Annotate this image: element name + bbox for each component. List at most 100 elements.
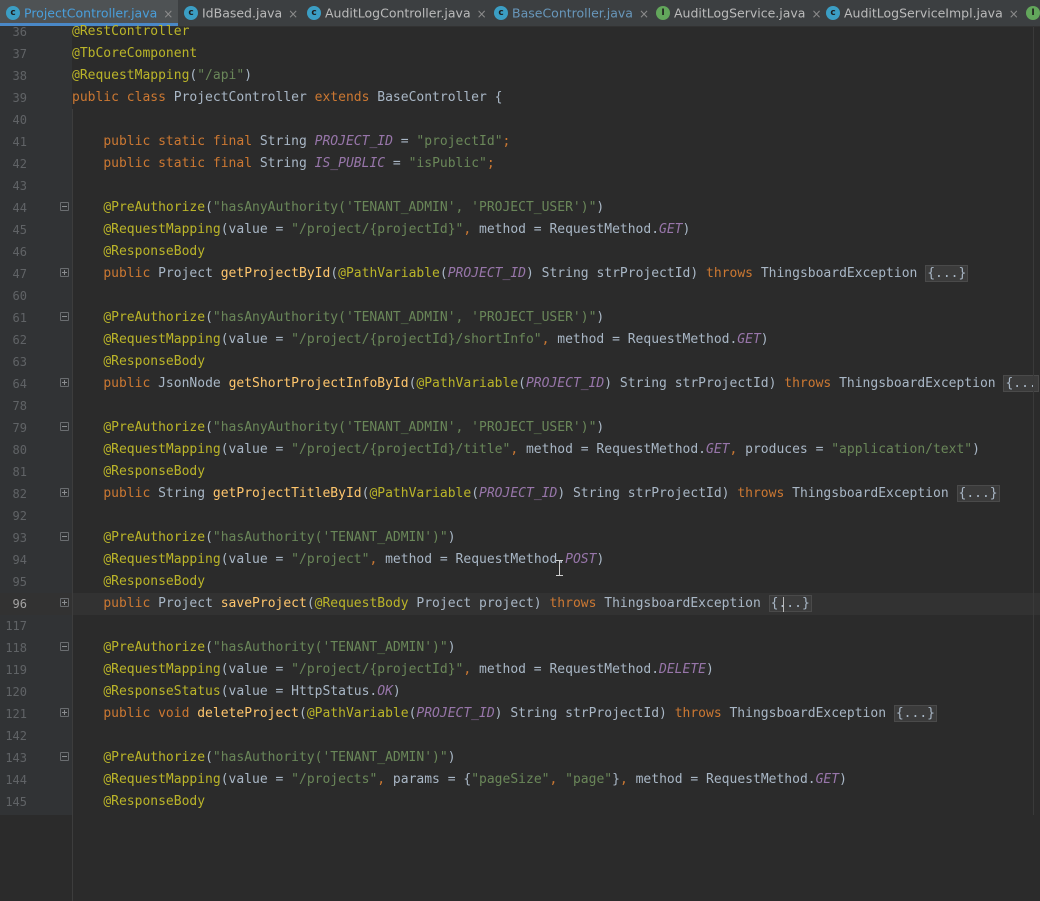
code-line[interactable]: 95 @ResponseBody xyxy=(0,571,1040,593)
code-line[interactable]: 62 @RequestMapping(value = "/project/{pr… xyxy=(0,329,1040,351)
line-number: 40 xyxy=(12,113,27,127)
code-token: , xyxy=(619,772,636,787)
fold-collapse-icon[interactable] xyxy=(60,532,69,541)
line-number: 78 xyxy=(12,399,27,413)
code-token: @ResponseBody xyxy=(103,354,206,369)
code-line[interactable]: 41 public static final String PROJECT_ID… xyxy=(0,131,1040,153)
fold-expand-icon[interactable] xyxy=(60,708,69,717)
code-token: public xyxy=(103,376,159,391)
code-text: public void deleteProject(@PathVariable(… xyxy=(72,703,937,725)
code-line[interactable]: 79 @PreAuthorize("hasAnyAuthority('TENAN… xyxy=(0,417,1040,439)
code-line[interactable]: 60 xyxy=(0,285,1040,307)
code-line[interactable]: 37 @TbCoreComponent xyxy=(0,43,1040,65)
code-token: "application/text" xyxy=(831,442,973,457)
code-token: @RequestMapping xyxy=(103,662,221,677)
code-editor[interactable]: 36 @RestController 37 @TbCoreComponent 38 @Re… xyxy=(0,24,1040,901)
code-line[interactable]: 117 xyxy=(0,615,1040,637)
code-line[interactable]: 144 @RequestMapping(value = "/projects",… xyxy=(0,769,1040,791)
code-line[interactable]: 78 xyxy=(0,395,1040,417)
code-token: ) xyxy=(596,200,605,215)
code-line[interactable]: 64 public JsonNode getShortProjectInfoBy… xyxy=(0,373,1040,395)
tab-label: IdBased.java xyxy=(202,5,283,21)
close-icon[interactable]: × xyxy=(477,7,487,21)
code-token: "isPublic" xyxy=(408,156,487,171)
code-token: ) xyxy=(447,530,456,545)
fold-expand-icon[interactable] xyxy=(60,598,69,607)
close-icon[interactable]: × xyxy=(163,7,173,21)
code-line[interactable]: 47 public Project getProjectById(@PathVa… xyxy=(0,263,1040,285)
code-token: throws xyxy=(784,376,840,391)
code-token: (value = xyxy=(220,332,292,347)
code-line[interactable]: 94 @RequestMapping(value = "/project", m… xyxy=(0,549,1040,571)
close-icon[interactable]: × xyxy=(288,7,298,21)
code-token: throws xyxy=(737,486,793,501)
line-number: 80 xyxy=(12,443,27,457)
code-token: = xyxy=(392,134,417,149)
code-line[interactable]: 43 xyxy=(0,175,1040,197)
code-line[interactable]: 61 @PreAuthorize("hasAnyAuthority('TENAN… xyxy=(0,307,1040,329)
code-token: Project xyxy=(158,266,221,281)
folded-code-region[interactable]: {...} xyxy=(893,705,937,722)
code-line[interactable]: 63 @ResponseBody xyxy=(0,351,1040,373)
code-line[interactable]: 93 @PreAuthorize("hasAuthority('TENANT_A… xyxy=(0,527,1040,549)
code-line[interactable]: 40 xyxy=(0,109,1040,131)
close-icon[interactable]: × xyxy=(639,7,649,21)
code-text: @RequestMapping(value = "/projects", par… xyxy=(72,769,847,791)
fold-collapse-icon[interactable] xyxy=(60,202,69,211)
code-line[interactable]: 120 @ResponseStatus(value = HttpStatus.O… xyxy=(0,681,1040,703)
line-number: 45 xyxy=(12,223,27,237)
fold-collapse-icon[interactable] xyxy=(60,312,69,321)
code-line[interactable]: 36 @RestController xyxy=(0,21,1040,43)
code-token: public xyxy=(103,266,159,281)
code-token: Project project) xyxy=(416,596,550,611)
code-line[interactable]: 44 @PreAuthorize("hasAnyAuthority('TENAN… xyxy=(0,197,1040,219)
fold-collapse-icon[interactable] xyxy=(60,642,69,651)
code-line[interactable]: 38 @RequestMapping("/api") xyxy=(0,65,1040,87)
code-line[interactable]: 80 @RequestMapping(value = "/project/{pr… xyxy=(0,439,1040,461)
code-token: "hasAuthority('TENANT_ADMIN')" xyxy=(212,530,448,545)
code-line[interactable]: 142 xyxy=(0,725,1040,747)
code-line[interactable]: 81 @ResponseBody xyxy=(0,461,1040,483)
line-number: 79 xyxy=(12,421,27,435)
line-number: 82 xyxy=(12,487,27,501)
code-token: ThingsboardException xyxy=(604,596,769,611)
code-line[interactable]: 119 @RequestMapping(value = "/project/{p… xyxy=(0,659,1040,681)
code-line[interactable]: 96 public Project saveProject(@RequestBo… xyxy=(0,593,1040,615)
code-token: "/project/{projectId}" xyxy=(291,662,464,677)
code-token: method = RequestMethod. xyxy=(635,772,816,787)
code-token: ( xyxy=(298,706,307,721)
folded-code-region[interactable]: {...} xyxy=(956,485,1000,502)
code-line[interactable]: 45 @RequestMapping(value = "/project/{pr… xyxy=(0,219,1040,241)
fold-collapse-icon[interactable] xyxy=(60,422,69,431)
code-token: @PreAuthorize xyxy=(103,750,206,765)
code-line[interactable]: 145 @ResponseBody xyxy=(0,791,1040,813)
code-line[interactable]: 39 public class ProjectController extends… xyxy=(0,87,1040,109)
code-token: String xyxy=(259,134,315,149)
folded-code-region[interactable]: {...} xyxy=(925,265,969,282)
code-line[interactable]: 42 public static final String IS_PUBLIC … xyxy=(0,153,1040,175)
interface-icon: I xyxy=(656,5,670,20)
code-line[interactable]: 92 xyxy=(0,505,1040,527)
code-line[interactable]: 46 @ResponseBody xyxy=(0,241,1040,263)
code-text: @ResponseBody xyxy=(72,571,205,593)
folded-code-region[interactable]: {...} xyxy=(768,595,812,612)
fold-expand-icon[interactable] xyxy=(60,268,69,277)
fold-expand-icon[interactable] xyxy=(60,488,69,497)
code-line[interactable]: 143 @PreAuthorize("hasAuthority('TENANT_… xyxy=(0,747,1040,769)
code-line[interactable]: 121 public void deleteProject(@PathVaria… xyxy=(0,703,1040,725)
fold-collapse-icon[interactable] xyxy=(60,752,69,761)
fold-expand-icon[interactable] xyxy=(60,378,69,387)
class-icon: c xyxy=(6,5,20,20)
code-token: ThingsboardException xyxy=(792,486,957,501)
code-line[interactable]: 118 @PreAuthorize("hasAuthority('TENANT_… xyxy=(0,637,1040,659)
close-icon[interactable]: × xyxy=(1009,7,1019,21)
code-line[interactable]: 82 public String getProjectTitleById (@Pa… xyxy=(0,483,1040,505)
code-token: ) xyxy=(682,222,691,237)
code-token: "hasAuthority('TENANT_ADMIN')" xyxy=(212,750,448,765)
line-number: 38 xyxy=(12,69,27,83)
